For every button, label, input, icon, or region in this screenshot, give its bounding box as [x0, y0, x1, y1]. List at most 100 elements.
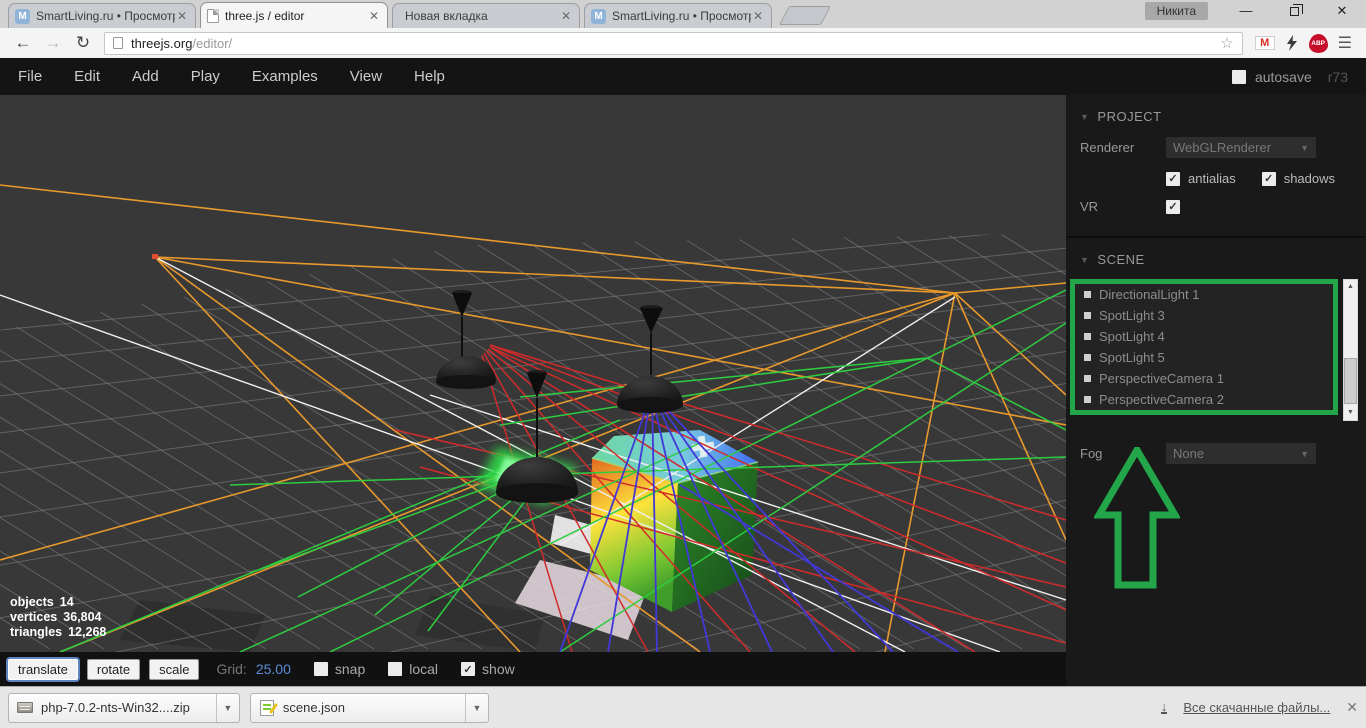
menu-play[interactable]: Play — [191, 68, 220, 85]
scroll-up-icon[interactable]: ▲ — [1344, 280, 1357, 294]
collapse-triangle-icon: ▼ — [1080, 255, 1089, 265]
snap-checkbox[interactable]: ✓ — [314, 662, 328, 676]
window-controls: — ✕ — [1222, 0, 1366, 22]
url-text[interactable]: threejs.org/editor/ — [131, 36, 1220, 51]
page-icon — [113, 37, 123, 49]
download-file-name[interactable]: scene.json — [283, 700, 465, 715]
scene-panel-header[interactable]: ▼ SCENE — [1066, 238, 1366, 267]
download-menu-arrow-icon[interactable]: ▼ — [217, 703, 239, 713]
smartliving-favicon-icon: M — [15, 9, 30, 24]
outliner-item-spotlight-4[interactable]: SpotLight 4 — [1075, 326, 1333, 347]
vr-label: VR — [1080, 199, 1166, 214]
object-bullet-icon — [1084, 291, 1091, 298]
object-bullet-icon — [1084, 396, 1091, 403]
project-panel-header[interactable]: ▼ PROJECT — [1066, 95, 1366, 124]
download-item-php-zip[interactable]: php-7.0.2-nts-Win32....zip ▼ — [8, 693, 240, 723]
autosave-checkbox[interactable]: ✓ — [1232, 70, 1246, 84]
local-checkbox[interactable]: ✓ — [388, 662, 402, 676]
menu-edit[interactable]: Edit — [74, 68, 100, 85]
screen: M SmartLiving.ru • Просмотр ✕ three.js /… — [0, 0, 1366, 728]
tab-new-tab[interactable]: Новая вкладка ✕ — [392, 3, 580, 28]
close-button[interactable]: ✕ — [1318, 0, 1366, 22]
translate-button[interactable]: translate — [8, 659, 78, 680]
tab-title: SmartLiving.ru • Просмотр — [612, 9, 751, 23]
chrome-menu-icon[interactable]: ☰ — [1338, 33, 1352, 53]
tab-close-icon[interactable]: ✕ — [751, 9, 765, 23]
download-menu-arrow-icon[interactable]: ▼ — [466, 703, 488, 713]
profile-name-badge[interactable]: Никита — [1145, 2, 1208, 20]
object-bullet-icon — [1084, 333, 1091, 340]
vr-checkbox[interactable]: ✓ — [1166, 200, 1180, 214]
show-all-downloads-link[interactable]: Все скачанные файлы... — [1183, 700, 1330, 715]
lightning-extension-icon[interactable] — [1285, 35, 1299, 51]
tab-title: Новая вкладка — [405, 9, 559, 23]
scene-canvas — [0, 95, 1066, 652]
adblock-extension-icon[interactable]: ABP — [1309, 34, 1328, 53]
scrollbar-thumb[interactable] — [1344, 358, 1357, 404]
outliner-item-perspectivecamera-1[interactable]: PerspectiveCamera 1 — [1075, 368, 1333, 389]
shadows-label: shadows — [1284, 171, 1335, 186]
forward-button: → — [40, 33, 66, 53]
antialias-label: antialias — [1188, 171, 1236, 186]
menu-examples[interactable]: Examples — [252, 68, 318, 85]
bookmark-star-icon[interactable]: ☆ — [1220, 34, 1233, 52]
scale-button[interactable]: scale — [149, 659, 199, 680]
tab-title: SmartLiving.ru • Просмотр — [36, 9, 175, 23]
dropdown-arrow-icon: ▼ — [1300, 143, 1309, 153]
tab-smartliving-2[interactable]: M SmartLiving.ru • Просмотр ✕ — [584, 3, 772, 28]
menu-add[interactable]: Add — [132, 68, 159, 85]
download-icon: ↓ — [1161, 701, 1168, 714]
browser-titlebar: M SmartLiving.ru • Просмотр ✕ three.js /… — [0, 0, 1366, 28]
show-checkbox[interactable]: ✓ — [461, 662, 475, 676]
fog-select[interactable]: None ▼ — [1166, 443, 1316, 464]
show-label: show — [482, 661, 515, 677]
tab-close-icon[interactable]: ✕ — [367, 9, 381, 23]
restore-button[interactable] — [1270, 0, 1318, 22]
tab-smartliving-1[interactable]: M SmartLiving.ru • Просмотр ✕ — [8, 3, 196, 28]
collapse-triangle-icon: ▼ — [1080, 112, 1089, 122]
download-file-name[interactable]: php-7.0.2-nts-Win32....zip — [41, 700, 216, 715]
tab-close-icon[interactable]: ✕ — [559, 9, 573, 23]
menu-file[interactable]: File — [18, 68, 42, 85]
gmail-extension-icon[interactable]: M — [1255, 36, 1275, 50]
antialias-checkbox[interactable]: ✓ — [1166, 172, 1180, 186]
viewport-toolbar: translate rotate scale Grid: 25.00 ✓ sna… — [0, 652, 1066, 686]
reload-button[interactable]: ↻ — [70, 33, 96, 53]
json-file-icon — [260, 700, 274, 716]
download-item-scene-json[interactable]: scene.json ▼ — [250, 693, 489, 723]
dropdown-arrow-icon: ▼ — [1300, 449, 1309, 459]
annotation-arrow-up — [1094, 447, 1180, 589]
tab-threejs-editor[interactable]: three.js / editor ✕ — [200, 2, 388, 28]
back-button[interactable]: ← — [10, 33, 36, 53]
outliner-item-directionallight-1[interactable]: DirectionalLight 1 — [1075, 284, 1333, 305]
outliner-item-perspectivecamera-2[interactable]: PerspectiveCamera 2 — [1075, 389, 1333, 410]
menu-help[interactable]: Help — [414, 68, 445, 85]
rotate-button[interactable]: rotate — [87, 659, 140, 680]
page-favicon-icon — [207, 9, 219, 23]
minimize-button[interactable]: — — [1222, 0, 1270, 22]
editor-sidebar: ▼ PROJECT Renderer WebGLRenderer ▼ ✓ ant… — [1066, 95, 1366, 686]
autosave-label: autosave — [1255, 69, 1312, 85]
grid-size-value[interactable]: 25.00 — [256, 661, 291, 677]
downloads-bar: php-7.0.2-nts-Win32....zip ▼ scene.json … — [0, 686, 1366, 728]
outliner-item-spotlight-3[interactable]: SpotLight 3 — [1075, 305, 1333, 326]
extension-icons: M ABP ☰ — [1251, 33, 1356, 53]
tab-close-icon[interactable]: ✕ — [175, 9, 189, 23]
scene-outliner-annotated[interactable]: DirectionalLight 1 SpotLight 3 SpotLight… — [1070, 279, 1338, 415]
new-tab-button[interactable] — [779, 6, 831, 25]
outliner-item-spotlight-5[interactable]: SpotLight 5 — [1075, 347, 1333, 368]
revision-label: r73 — [1328, 69, 1348, 85]
object-bullet-icon — [1084, 312, 1091, 319]
outliner-scrollbar[interactable]: ▲ ▼ — [1343, 279, 1358, 421]
downloads-bar-close-icon[interactable]: ✕ — [1346, 699, 1358, 716]
scroll-down-icon[interactable]: ▼ — [1344, 406, 1357, 420]
url-box[interactable]: threejs.org/editor/ ☆ — [104, 32, 1243, 55]
shadows-checkbox[interactable]: ✓ — [1262, 172, 1276, 186]
camera-origin-dot — [152, 254, 158, 259]
editor-menubar: File Edit Add Play Examples View Help ✓ … — [0, 58, 1366, 95]
menu-view[interactable]: View — [350, 68, 382, 85]
snap-label: snap — [335, 661, 365, 677]
renderer-select[interactable]: WebGLRenderer ▼ — [1166, 137, 1316, 158]
restore-icon — [1290, 7, 1299, 16]
viewport-3d[interactable]: objects14 vertices36,804 triangles12,268 — [0, 95, 1066, 652]
